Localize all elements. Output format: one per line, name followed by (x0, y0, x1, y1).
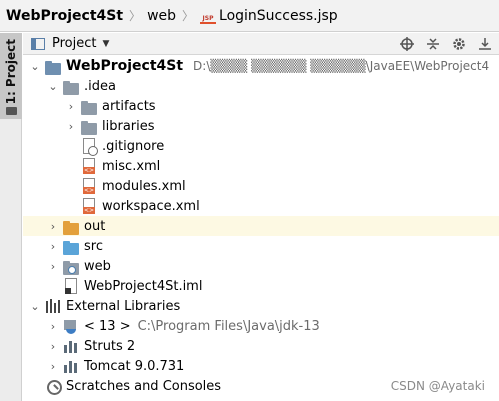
xml-file-icon (83, 198, 95, 214)
chevron-down-icon[interactable]: ▼ (102, 39, 109, 49)
project-tool-tab[interactable]: 1: Project (0, 33, 22, 119)
tree-row-iml[interactable]: WebProject4St.iml (23, 276, 499, 296)
tree-row-label: WebProject4St.iml (84, 278, 203, 294)
chevron-right-icon[interactable]: › (47, 320, 59, 333)
hide-icon[interactable] (477, 36, 493, 52)
tree-row-libraries[interactable]: › libraries (23, 116, 499, 136)
chevron-down-icon[interactable]: ⌄ (47, 80, 59, 93)
tree-row-label: misc.xml (102, 158, 161, 174)
project-tool-tab-label: 1: Project (4, 39, 18, 105)
libraries-icon (45, 298, 61, 314)
tree-row-label: web (84, 258, 111, 274)
tree-row-label: modules.xml (102, 178, 186, 194)
tree-row-label: External Libraries (66, 298, 181, 314)
tree-row-path: C:\Program Files\Java\jdk-13 (137, 318, 320, 334)
source-folder-icon (63, 241, 79, 255)
tree-row-src[interactable]: › src (23, 236, 499, 256)
tree-row-gitignore[interactable]: .gitignore (23, 136, 499, 156)
tree-row-workspace-xml[interactable]: workspace.xml (23, 196, 499, 216)
tree-row-label: workspace.xml (102, 198, 200, 214)
library-icon (63, 338, 79, 354)
folder-icon (81, 121, 97, 135)
tree-row-modules-xml[interactable]: modules.xml (23, 176, 499, 196)
tree-row-label: Scratches and Consoles (66, 378, 222, 394)
tree-row-project-root[interactable]: ⌄ WebProject4St D:\▒▒▒▒ ▒▒▒▒▒▒ ▒▒▒▒▒▒\Ja… (23, 56, 499, 76)
jsp-file-icon: JSP (200, 8, 217, 24)
library-icon (63, 358, 79, 374)
jdk-icon (63, 318, 79, 334)
tree-row-label: src (84, 238, 103, 254)
breadcrumb-folder[interactable]: web (147, 8, 176, 24)
chevron-right-icon[interactable]: › (47, 220, 59, 233)
tree-row-struts[interactable]: › Struts 2 (23, 336, 499, 356)
tree-row-label: < 13 > (84, 318, 131, 334)
tree-row-out[interactable]: › out (23, 216, 499, 236)
project-view-selector[interactable]: Project (52, 36, 96, 51)
excluded-folder-icon (63, 221, 79, 235)
chevron-down-icon[interactable]: ⌄ (29, 60, 41, 73)
chevron-right-icon[interactable]: › (47, 240, 59, 253)
gitignore-file-icon (83, 138, 98, 156)
chevron-right-icon[interactable]: › (47, 340, 59, 353)
breadcrumb-file-label: LoginSuccess.jsp (219, 7, 338, 24)
project-panel-header: Project ▼ (23, 33, 499, 55)
locate-icon[interactable] (399, 36, 415, 52)
chevron-down-icon[interactable]: ⌄ (29, 300, 41, 313)
tree-row-web[interactable]: › web (23, 256, 499, 276)
tree-row-jdk[interactable]: › < 13 > C:\Program Files\Java\jdk-13 (23, 316, 499, 336)
tree-row-external-libraries[interactable]: ⌄ External Libraries (23, 296, 499, 316)
project-view-icon (31, 37, 45, 50)
breadcrumb-project[interactable]: WebProject4St (6, 8, 123, 24)
tree-row-label: artifacts (102, 98, 156, 114)
breadcrumb-separator: 〉 (129, 9, 142, 23)
panel-header-actions (399, 33, 493, 55)
iml-file-icon (65, 278, 77, 294)
chevron-right-icon[interactable]: › (65, 100, 77, 113)
breadcrumb-file[interactable]: JSP LoginSuccess.jsp (200, 8, 338, 24)
tree-row-tomcat[interactable]: › Tomcat 9.0.731 (23, 356, 499, 376)
gear-icon[interactable] (451, 36, 467, 52)
xml-file-icon (83, 178, 95, 194)
chevron-right-icon[interactable]: › (47, 260, 59, 273)
tree-row-label: .gitignore (102, 138, 165, 154)
tree-row-misc-xml[interactable]: misc.xml (23, 156, 499, 176)
tree-row-label: out (84, 218, 106, 234)
tree-row-idea[interactable]: ⌄ .idea (23, 76, 499, 96)
collapse-all-icon[interactable] (425, 36, 441, 52)
module-folder-icon (45, 61, 61, 75)
folder-icon (6, 107, 17, 115)
tool-window-strip: 1: Project (0, 33, 22, 401)
web-folder-icon (63, 261, 79, 275)
tree-row-label: Struts 2 (84, 338, 136, 354)
folder-icon (63, 81, 79, 95)
breadcrumb-separator: 〉 (182, 9, 195, 23)
tree-row-path: D:\▒▒▒▒ ▒▒▒▒▒▒ ▒▒▒▒▒▒\JavaEE\WebProject4 (193, 59, 490, 73)
tree-row-label: .idea (84, 78, 116, 94)
chevron-right-icon[interactable]: › (47, 360, 59, 373)
folder-icon (81, 101, 97, 115)
xml-file-icon (83, 158, 95, 174)
tree-row-label: libraries (102, 118, 155, 134)
chevron-right-icon[interactable]: › (65, 120, 77, 133)
tree-row-label: Tomcat 9.0.731 (84, 358, 185, 374)
tree-row-label: WebProject4St (66, 58, 184, 74)
breadcrumb: WebProject4St 〉 web 〉 JSP LoginSuccess.j… (0, 0, 499, 32)
tree-row-artifacts[interactable]: › artifacts (23, 96, 499, 116)
watermark: CSDN @Ayataki (390, 379, 485, 393)
scratches-icon (45, 378, 62, 395)
